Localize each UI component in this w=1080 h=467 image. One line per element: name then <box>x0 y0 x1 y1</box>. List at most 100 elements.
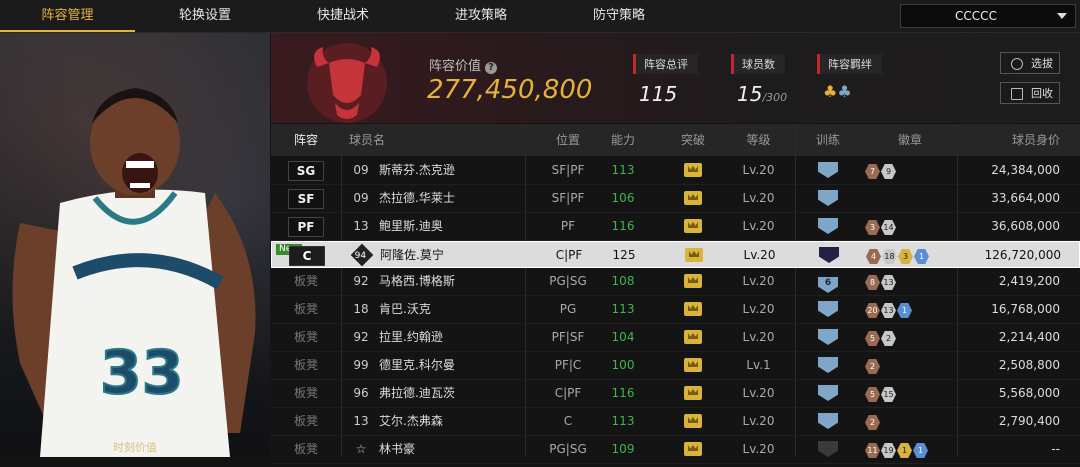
table-row[interactable]: 板凳 92 拉里.约翰逊 PF|SF 104 Lv.20 5 2 2,214,400 <box>271 324 1080 352</box>
badges-cell[interactable]: 4 18 3 1 <box>866 242 956 269</box>
training-cell[interactable] <box>798 296 858 323</box>
badges-cell[interactable]: 8 13 <box>865 268 955 295</box>
bond-icons[interactable]: ♣♣ <box>823 82 882 101</box>
gold-badge-icon: 3 <box>898 249 913 264</box>
table-row[interactable]: 板凳 18 肯巴.沃克 PG 113 Lv.20 20 13 1 16,768,000 <box>271 296 1080 324</box>
player-value: 5,568,000 <box>998 386 1060 400</box>
player-name[interactable]: 肯巴.沃克 <box>379 296 539 323</box>
player-name[interactable]: 斯蒂芬.杰克逊 <box>379 157 539 184</box>
training-cell[interactable] <box>798 380 858 407</box>
breakthrough-cell[interactable] <box>668 324 718 351</box>
breakthrough-cell[interactable] <box>668 408 718 435</box>
header-breakthrough[interactable]: 突破 <box>668 124 718 156</box>
breakthrough-cell[interactable] <box>668 352 718 379</box>
training-cell[interactable] <box>798 157 858 184</box>
jersey-number: 13 <box>353 219 369 233</box>
breakthrough-cell[interactable] <box>668 157 718 184</box>
jersey-number: 18 <box>353 302 369 316</box>
position-badge[interactable]: PF <box>288 217 324 237</box>
table-row[interactable]: NewC94阿隆佐.莫宁C|PF125Lv.2041831126,720,000 <box>271 241 1080 268</box>
bronze-badge-icon: 2 <box>865 359 880 374</box>
player-name[interactable]: 马格西.博格斯 <box>379 268 539 295</box>
tab-quick-tactics[interactable]: 快捷战术 <box>275 0 411 32</box>
tab-defense-strategy[interactable]: 防守策略 <box>551 0 687 32</box>
bond-blue-icon: ♣ <box>837 82 852 101</box>
jersey-number-diamond: 94 <box>350 243 374 267</box>
header-lineup[interactable]: 阵容 <box>271 124 341 156</box>
player-name[interactable]: 林书豪 <box>379 436 539 463</box>
badges-cell[interactable]: 2 <box>865 352 955 379</box>
player-name[interactable]: 杰拉德.华莱士 <box>379 185 539 212</box>
table-row[interactable]: 板凳 ☆ 林书豪 PG|SG 109 Lv.20 11 19 1 1 -- <box>271 436 1080 464</box>
badges-cell[interactable]: 52 <box>865 324 955 351</box>
tab-lineup-management[interactable]: 阵容管理 <box>0 0 135 32</box>
help-icon[interactable]: ? <box>485 62 498 74</box>
header-ability[interactable]: 能力 <box>598 124 648 156</box>
breakthrough-cell[interactable] <box>668 296 718 323</box>
player-ability: 113 <box>611 163 635 177</box>
badges-cell[interactable]: 79 <box>865 157 955 184</box>
badges-cell[interactable]: 11 19 1 1 <box>865 436 955 463</box>
breakthrough-cell[interactable] <box>669 242 719 269</box>
training-shield-icon <box>818 385 838 401</box>
tab-rotation-settings[interactable]: 轮换设置 <box>135 0 275 32</box>
player-ability: 100 <box>611 358 635 372</box>
gold-badge-icon: 1 <box>897 443 912 458</box>
breakthrough-cell[interactable] <box>668 380 718 407</box>
position-badge[interactable]: C <box>289 246 325 266</box>
training-cell[interactable] <box>798 185 858 212</box>
table-row[interactable]: SG 09 斯蒂芬.杰克逊 SF|PF 113 Lv.20 7 9 24,384,000 <box>271 157 1080 185</box>
crown-icon <box>684 219 702 233</box>
training-cell[interactable] <box>798 213 858 240</box>
table-row[interactable]: 板凳 92 马格西.博格斯 PG|SG 108 Lv.20 6 8 13 2,419,200 <box>271 268 1080 296</box>
lineup-slot: SG <box>271 157 341 184</box>
player-name[interactable]: 鲍里斯.迪奥 <box>379 213 539 240</box>
training-cell[interactable] <box>798 352 858 379</box>
player-name[interactable]: 艾尔.杰弗森 <box>379 408 539 435</box>
position-badge[interactable]: SG <box>288 161 324 181</box>
badges-cell[interactable]: 5 15 <box>865 380 955 407</box>
position-badge[interactable]: SF <box>288 189 324 209</box>
table-row[interactable]: 板凳 99 德里克.科尔曼 PF|C 100 Lv.1 2 2,508,800 <box>271 352 1080 380</box>
badges-cell[interactable]: 3 14 <box>865 213 955 240</box>
table-row[interactable]: SF 09 杰拉德.华莱士 SF|PF 106 Lv.20 33,664,000 <box>271 185 1080 213</box>
recycle-button[interactable]: 回收 <box>1000 82 1060 104</box>
header-player-name[interactable]: 球员名 <box>349 124 399 156</box>
select-players-button[interactable]: 选拔 <box>1000 52 1060 74</box>
player-position: SF|PF <box>551 191 585 205</box>
header-level[interactable]: 等级 <box>731 124 786 156</box>
badges-cell[interactable] <box>865 185 955 212</box>
breakthrough-cell[interactable] <box>668 268 718 295</box>
header-badges[interactable]: 徽章 <box>865 124 955 156</box>
player-name[interactable]: 阿隆佐.莫宁 <box>380 242 540 269</box>
player-name[interactable]: 弗拉德.迪瓦茨 <box>379 380 539 407</box>
breakthrough-cell[interactable] <box>668 213 718 240</box>
breakthrough-cell[interactable] <box>668 185 718 212</box>
jersey-number: 94 <box>350 242 374 269</box>
player-level: Lv.20 <box>742 442 775 456</box>
training-cell[interactable] <box>798 408 858 435</box>
table-row[interactable]: PF 13 鲍里斯.迪奥 PF 116 Lv.20 3 14 36,608,000 <box>271 213 1080 241</box>
badges-cell[interactable]: 20 13 1 <box>865 296 955 323</box>
tab-offense-strategy[interactable]: 进攻策略 <box>411 0 551 32</box>
training-cell[interactable] <box>798 436 858 463</box>
header-player-value[interactable]: 球员身价 <box>957 124 1060 156</box>
training-cell[interactable] <box>798 324 858 351</box>
player-ability: 113 <box>611 302 635 316</box>
player-name[interactable]: 德里克.科尔曼 <box>379 352 539 379</box>
breakthrough-cell[interactable] <box>668 436 718 463</box>
badges-cell[interactable]: 2 <box>865 408 955 435</box>
training-cell[interactable]: 6 <box>798 268 858 295</box>
header-training[interactable]: 训练 <box>798 124 858 156</box>
lineup-slot: C <box>272 242 342 269</box>
header-position[interactable]: 位置 <box>533 124 603 156</box>
team-select-dropdown[interactable]: CCCCC <box>900 4 1076 28</box>
training-cell[interactable] <box>799 242 859 269</box>
table-row[interactable]: 板凳 96 弗拉德.迪瓦茨 C|PF 116 Lv.20 5 15 5,568,000 <box>271 380 1080 408</box>
lineup-value-label: 阵容价值? <box>429 55 498 74</box>
crown-icon <box>684 442 702 456</box>
svg-text:33: 33 <box>100 338 184 408</box>
table-row[interactable]: 板凳 13 艾尔.杰弗森 C 113 Lv.20 2 2,790,400 <box>271 408 1080 436</box>
player-count-label: 球员数 <box>731 54 785 74</box>
player-name[interactable]: 拉里.约翰逊 <box>379 324 539 351</box>
